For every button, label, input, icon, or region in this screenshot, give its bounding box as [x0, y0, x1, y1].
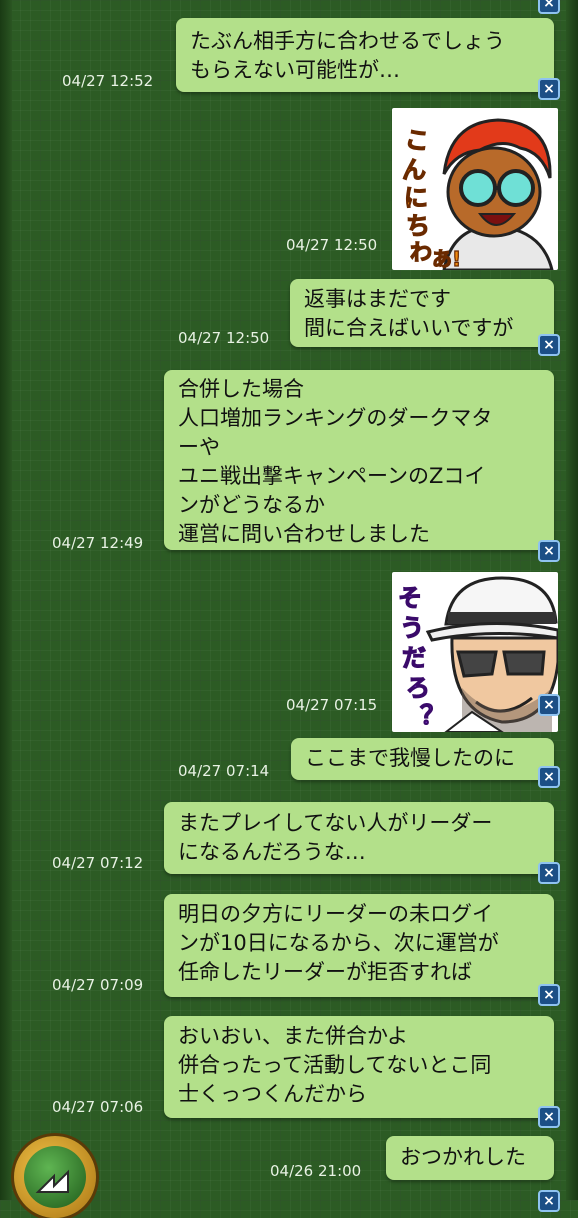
message-line: 併合ったって活動してないとこ同	[178, 1053, 492, 1077]
message-line: になるんだろうな…	[178, 840, 366, 864]
message-line: たぶん相手方に合わせるでしょう	[190, 29, 505, 53]
svg-text:あ!: あ!	[432, 247, 461, 270]
message-timestamp: 04/27 12:50	[286, 236, 378, 254]
message-timestamp: 04/27 12:50	[178, 329, 270, 347]
delete-icon[interactable]: ×	[538, 334, 560, 356]
left-edge	[0, 0, 12, 1200]
message-bubble: 明日の夕方にリーダーの未ログイ ンが10日になるから、次に運営が 任命したリーダ…	[164, 894, 554, 997]
message-line: 任命したリーダーが拒否すれば	[178, 960, 472, 984]
right-edge	[566, 0, 578, 1200]
home-icon	[24, 1146, 86, 1208]
svg-text:だ: だ	[402, 644, 426, 672]
message-bubble: おいおい、また併合かよ 併合ったって活動してないとこ同 士くっつくんだから	[164, 1016, 554, 1118]
delete-icon[interactable]: ×	[538, 766, 560, 788]
svg-text:ん: ん	[402, 156, 426, 184]
message-line: 運営に問い合わせしました	[178, 522, 430, 546]
fedora-sunglasses-sticker: そ う だ ろ ？	[392, 572, 558, 732]
delete-icon[interactable]: ×	[538, 694, 560, 716]
message-line: 人口増加ランキングのダークマタ	[178, 406, 493, 430]
message-timestamp: 04/27 07:14	[178, 762, 270, 780]
message-line: ンが10日になるから、次に運営が	[178, 931, 499, 955]
message-line: もらえない可能性が…	[190, 58, 400, 82]
message-line: 合併した場合	[178, 377, 304, 401]
message-timestamp: 04/27 07:12	[52, 854, 144, 872]
message-line: またプレイしてない人がリーダー	[178, 811, 493, 835]
delete-icon[interactable]: ×	[538, 78, 560, 100]
gamer-goggles-sticker: こ ん に ち わ あ!	[392, 108, 558, 270]
delete-icon[interactable]: ×	[538, 984, 560, 1006]
delete-icon[interactable]: ×	[538, 0, 560, 14]
message-bubble: ここまで我慢したのに	[291, 738, 554, 780]
message-line: ーや	[178, 435, 220, 459]
message-timestamp: 04/27 07:09	[52, 976, 144, 994]
message-line: ンがどうなるか	[178, 493, 325, 517]
message-bubble: たぶん相手方に合わせるでしょう もらえない可能性が…	[176, 18, 554, 92]
message-timestamp: 04/26 21:00	[270, 1162, 362, 1180]
message-timestamp: 04/27 12:52	[62, 72, 154, 90]
message-timestamp: 04/27 07:06	[52, 1098, 144, 1116]
svg-text:こ: こ	[403, 125, 431, 156]
message-bubble: またプレイしてない人がリーダー になるんだろうな…	[164, 802, 554, 874]
delete-icon[interactable]: ×	[538, 1106, 560, 1128]
svg-text:ろ: ろ	[406, 674, 430, 702]
message-line: 間に合えばいいですが	[304, 316, 514, 340]
message-line: 明日の夕方にリーダーの未ログイ	[178, 902, 493, 926]
message-line: おつかれした	[400, 1145, 526, 1169]
message-bubble: 合併した場合 人口増加ランキングのダークマタ ーや ユニ戦出撃キャンペーンのZコ…	[164, 370, 554, 550]
message-line: 士くっつくんだから	[178, 1082, 367, 1106]
message-timestamp: 04/27 07:15	[286, 696, 378, 714]
delete-icon[interactable]: ×	[538, 540, 560, 562]
message-line: おいおい、また併合かよ	[178, 1024, 408, 1048]
delete-icon[interactable]: ×	[538, 862, 560, 884]
svg-text:そ: そ	[398, 584, 422, 612]
message-bubble: 返事はまだです 間に合えばいいですが	[290, 279, 554, 347]
home-button[interactable]	[14, 1136, 96, 1218]
message-line: ここまで我慢したのに	[305, 746, 515, 770]
svg-text:に: に	[404, 184, 428, 212]
svg-text:？: ？	[420, 701, 446, 731]
message-line: ユニ戦出撃キャンペーンのZコイ	[178, 464, 486, 488]
svg-text:わ: わ	[410, 241, 432, 266]
message-timestamp: 04/27 12:49	[52, 534, 144, 552]
svg-text:ち: ち	[406, 212, 430, 240]
message-bubble: おつかれした	[386, 1136, 554, 1180]
delete-icon[interactable]: ×	[538, 1190, 560, 1212]
message-line: 返事はまだです	[304, 287, 451, 311]
svg-text:う: う	[400, 614, 424, 642]
